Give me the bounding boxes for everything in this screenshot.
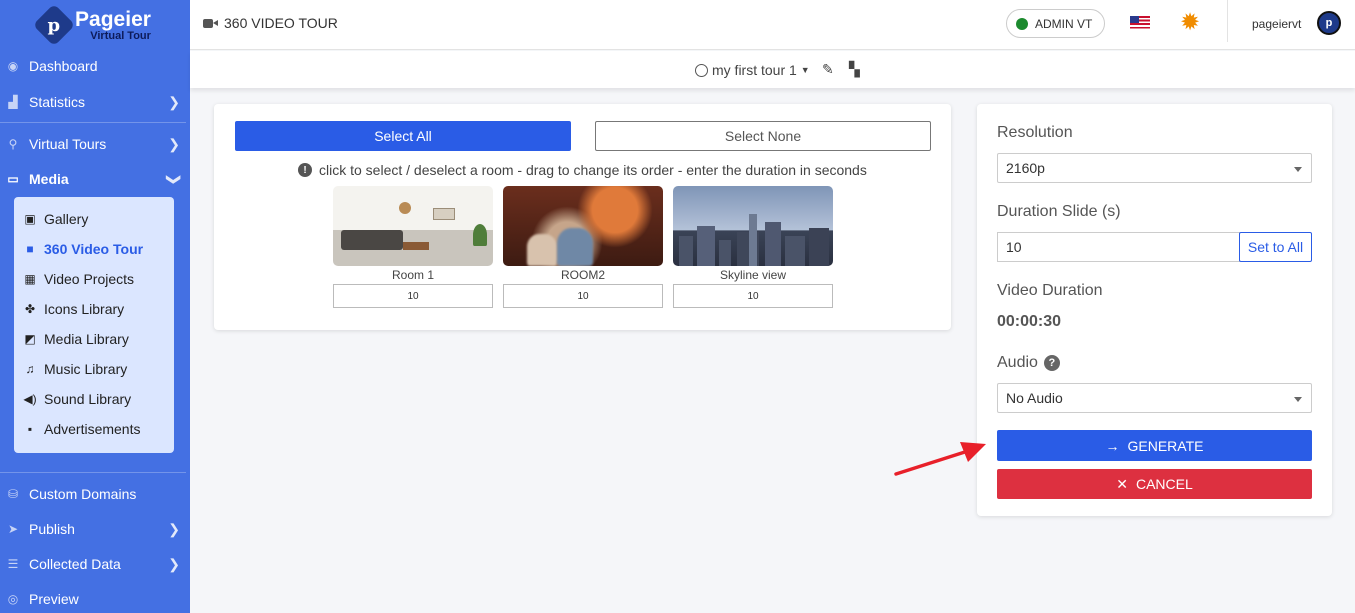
icons-icon: ✤ bbox=[24, 302, 36, 316]
monitor-icon: ▭ bbox=[7, 172, 19, 186]
rooms-panel: Select All Select None ! click to select… bbox=[214, 104, 951, 330]
logo-title: Pageier bbox=[75, 7, 151, 31]
sidebar-item-dashboard[interactable]: ◉ Dashboard bbox=[0, 51, 190, 81]
video-icon: ■ bbox=[26, 242, 34, 256]
username[interactable]: pageiervt bbox=[1252, 17, 1301, 31]
video-camera-icon bbox=[203, 18, 218, 28]
resolution-label: Resolution bbox=[997, 124, 1073, 141]
room-duration-input[interactable] bbox=[333, 284, 493, 308]
volume-icon: ◀) bbox=[23, 392, 37, 406]
annotation-arrow-icon bbox=[894, 442, 986, 476]
duration-slide-label: Duration Slide (s) bbox=[997, 203, 1121, 220]
chevron-down-icon: ❯ bbox=[166, 173, 183, 186]
divider bbox=[0, 122, 186, 123]
room-duration-input[interactable] bbox=[673, 284, 833, 308]
tour-select-dropdown[interactable]: my first tour 1 ▼ bbox=[695, 62, 810, 78]
sun-theme-icon[interactable]: ✹ bbox=[1178, 11, 1202, 35]
film-icon: ▦ bbox=[24, 272, 36, 286]
room-card[interactable]: Room 1 bbox=[333, 186, 493, 308]
generate-button[interactable]: → GENERATE bbox=[997, 430, 1312, 461]
room-thumbnail[interactable] bbox=[673, 186, 833, 266]
dropdown-caret-icon bbox=[1294, 167, 1302, 172]
divider bbox=[1227, 0, 1228, 42]
chart-icon: ▟ bbox=[8, 95, 18, 109]
chevron-right-icon: ❯ bbox=[168, 136, 180, 152]
eye-icon: ◎ bbox=[7, 592, 19, 606]
room-card[interactable]: ROOM2 bbox=[503, 186, 663, 308]
sidebar-item-virtual-tours[interactable]: ⚲ Virtual Tours ❯ bbox=[0, 129, 190, 159]
sidebar-item-preview[interactable]: ◎ Preview bbox=[0, 584, 190, 613]
video-duration-value: 00:00:30 bbox=[997, 313, 1062, 330]
dropdown-caret-icon bbox=[1294, 397, 1302, 402]
room-thumbnail[interactable] bbox=[333, 186, 493, 266]
us-flag-icon[interactable] bbox=[1130, 16, 1150, 29]
room-name: Room 1 bbox=[391, 268, 435, 282]
sidebar-item-publish[interactable]: ➤ Publish ❯ bbox=[0, 514, 190, 544]
submenu-item-sound-library[interactable]: ◀) Sound Library bbox=[22, 388, 131, 410]
duration-slide-input[interactable]: 10 bbox=[997, 232, 1240, 262]
room-thumbnail[interactable] bbox=[503, 186, 663, 266]
submenu-item-video-projects[interactable]: ▦ Video Projects bbox=[22, 268, 134, 290]
video-settings-panel: Resolution 2160p Duration Slide (s) 10 S… bbox=[977, 104, 1332, 516]
select-all-button[interactable]: Select All bbox=[235, 121, 571, 151]
database-icon: ☰ bbox=[7, 557, 19, 571]
music-icon: ♫ bbox=[25, 362, 35, 376]
submenu-item-media-library[interactable]: ◩ Media Library bbox=[22, 328, 129, 350]
audio-label-row: Audio? bbox=[997, 354, 1060, 372]
help-icon[interactable]: ? bbox=[1043, 355, 1060, 371]
online-status-dot bbox=[1016, 17, 1028, 30]
submenu-item-music-library[interactable]: ♫ Music Library bbox=[22, 358, 128, 380]
circle-icon bbox=[695, 63, 708, 77]
chevron-right-icon: ❯ bbox=[168, 556, 180, 572]
sidebar-item-custom-domains[interactable]: ⛁ Custom Domains bbox=[0, 479, 190, 509]
video-duration-label: Video Duration bbox=[997, 282, 1103, 299]
admin-status-badge[interactable]: ADMIN VT bbox=[1006, 9, 1105, 38]
chevron-right-icon: ❯ bbox=[168, 94, 180, 110]
sidebar-item-media[interactable]: ▭ Media ❯ bbox=[0, 164, 190, 194]
cancel-button[interactable]: ✕ CANCEL bbox=[997, 469, 1312, 499]
instructions-hint: ! click to select / deselect a room - dr… bbox=[298, 162, 867, 178]
top-bar: 360 VIDEO TOUR ADMIN VT ✹ pageiervt p bbox=[190, 0, 1355, 50]
room-name: Skyline view bbox=[719, 268, 787, 282]
room-name: ROOM2 bbox=[560, 268, 605, 282]
select-none-button[interactable]: Select None bbox=[595, 121, 931, 151]
media-submenu: ▣ Gallery ■ 360 Video Tour ▦ Video Projects… bbox=[14, 197, 174, 453]
paper-plane-icon: ➤ bbox=[7, 522, 19, 536]
submenu-item-icons-library[interactable]: ✤ Icons Library bbox=[22, 298, 124, 320]
logo[interactable]: p Pageier Virtual Tour bbox=[0, 0, 190, 50]
logo-subtitle: Virtual Tour bbox=[90, 29, 151, 42]
submenu-item-360-video-tour[interactable]: ■ 360 Video Tour bbox=[22, 238, 143, 260]
photo-video-icon: ◩ bbox=[24, 332, 36, 346]
sitemap-icon: ⛁ bbox=[7, 487, 19, 501]
sidebar: p Pageier Virtual Tour ◉ Dashboard ▟ Sta… bbox=[0, 0, 190, 613]
divider bbox=[0, 472, 186, 473]
room-duration-input[interactable] bbox=[503, 284, 663, 308]
chevron-right-icon: ❯ bbox=[168, 521, 180, 537]
sidebar-item-statistics[interactable]: ▟ Statistics ❯ bbox=[0, 87, 190, 117]
close-icon: ✕ bbox=[1116, 475, 1128, 492]
ad-icon: ▪ bbox=[27, 422, 33, 436]
caret-down-icon: ▼ bbox=[800, 65, 810, 75]
arrow-right-icon: → bbox=[1105, 437, 1120, 454]
route-icon: ⚲ bbox=[8, 137, 18, 151]
audio-select[interactable]: No Audio bbox=[997, 383, 1312, 413]
tour-settings-icon[interactable]: ▚ bbox=[849, 61, 860, 78]
dashboard-icon: ◉ bbox=[7, 59, 19, 73]
info-icon: ! bbox=[298, 163, 312, 177]
images-icon: ▣ bbox=[24, 212, 36, 226]
room-card[interactable]: Skyline view bbox=[673, 186, 833, 308]
page-title: 360 VIDEO TOUR bbox=[203, 15, 338, 31]
avatar[interactable]: p bbox=[1317, 11, 1341, 35]
submenu-item-advertisements[interactable]: ▪ Advertisements bbox=[22, 418, 141, 440]
tour-selector-bar: my first tour 1 ▼ ✎ ▚ bbox=[190, 51, 1355, 88]
sidebar-item-collected-data[interactable]: ☰ Collected Data ❯ bbox=[0, 549, 190, 579]
submenu-item-gallery[interactable]: ▣ Gallery bbox=[22, 208, 88, 230]
set-to-all-button[interactable]: Set to All bbox=[1239, 232, 1312, 262]
logo-mark-icon: p bbox=[32, 3, 76, 47]
resolution-select[interactable]: 2160p bbox=[997, 153, 1312, 183]
edit-icon[interactable]: ✎ bbox=[822, 61, 834, 78]
